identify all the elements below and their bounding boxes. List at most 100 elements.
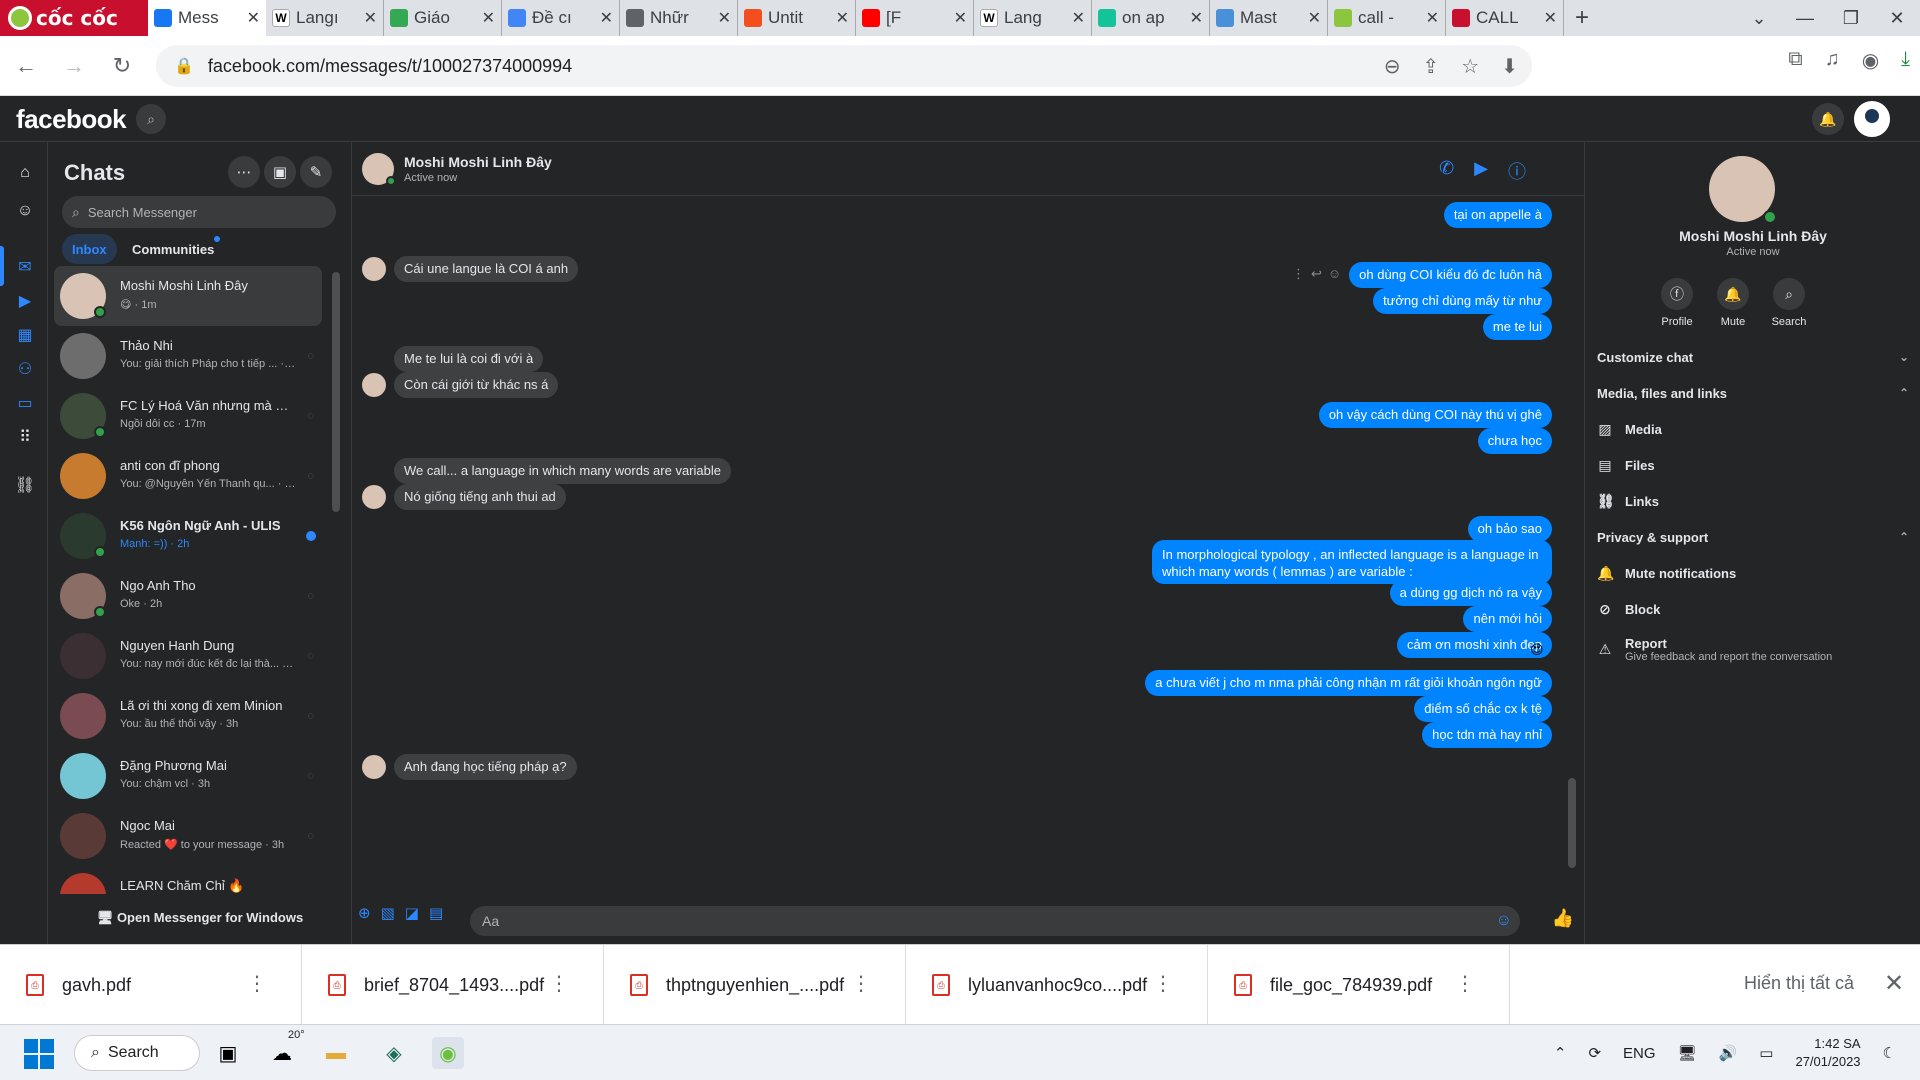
links-row[interactable]: ⛓ Links bbox=[1597, 486, 1909, 516]
chat-list-scrollbar[interactable] bbox=[332, 272, 340, 512]
chat-list-item[interactable]: anti con đĩ phong You: @Nguyễn Yến Thanh … bbox=[54, 446, 322, 506]
close-window-button[interactable]: ✕ bbox=[1874, 0, 1920, 36]
sent-message-bubble[interactable]: me te lui bbox=[1482, 314, 1552, 340]
browser-tab[interactable]: Mast ✕ bbox=[1210, 0, 1328, 36]
report-row[interactable]: ⚠ Report Give feedback and report the conv… bbox=[1597, 630, 1909, 668]
tab-close-icon[interactable]: ✕ bbox=[954, 8, 967, 28]
chat-list-item[interactable]: K56 Ngôn Ngữ Anh - ULIS Mạnh: =)) · 2h bbox=[54, 506, 322, 566]
sent-message-bubble[interactable]: cảm ơn moshi xinh đẹp bbox=[1397, 632, 1552, 658]
browser-tab[interactable]: Mess ✕ bbox=[148, 0, 266, 36]
download-menu-icon[interactable]: ⋮ bbox=[851, 971, 871, 996]
home-icon[interactable]: ⌂ bbox=[12, 160, 38, 186]
tab-close-icon[interactable]: ✕ bbox=[1072, 8, 1085, 28]
mute-notifications-row[interactable]: 🔔 Mute notifications bbox=[1597, 558, 1909, 588]
minimize-button[interactable]: — bbox=[1782, 0, 1828, 36]
extensions-icon[interactable]: ⧉ bbox=[1788, 48, 1802, 73]
network-icon[interactable]: 🖥 bbox=[1678, 1044, 1697, 1062]
link-icon[interactable]: ⛓ bbox=[12, 472, 38, 498]
tab-close-icon[interactable]: ✕ bbox=[1190, 8, 1203, 28]
browser-tab[interactable]: Đề cı ✕ bbox=[502, 0, 620, 36]
open-messenger-windows-link[interactable]: 🖥 Open Messenger for Windows bbox=[48, 910, 352, 926]
lock-icon[interactable]: 🔒 bbox=[174, 56, 194, 76]
gaming-icon[interactable]: ▭ bbox=[12, 390, 38, 416]
chat-list-item[interactable]: Ngoc Mai Reacted ❤️ to your message · 3h ◌ bbox=[54, 806, 322, 866]
volume-icon[interactable]: 🔊 bbox=[1719, 1044, 1738, 1062]
search-action[interactable]: ⌕ Search bbox=[1759, 278, 1819, 328]
browser-tab[interactable]: Giáo ✕ bbox=[384, 0, 502, 36]
forward-button[interactable]: → bbox=[52, 44, 96, 88]
groups-icon[interactable]: ⚇ bbox=[12, 356, 38, 382]
profile-icon[interactable]: ◉ bbox=[1862, 48, 1879, 73]
download-item[interactable]: ⎙ brief_8704_1493....pdf ⋮ bbox=[302, 945, 604, 1025]
close-downloads-icon[interactable]: ✕ bbox=[1884, 969, 1904, 998]
back-button[interactable]: ← bbox=[4, 44, 48, 88]
share-icon[interactable]: ⇪ bbox=[1423, 54, 1440, 79]
download-item[interactable]: ⎙ thptnguyenhien_....pdf ⋮ bbox=[604, 945, 906, 1025]
browser-tab[interactable]: Nhữr ✕ bbox=[620, 0, 738, 36]
sent-message-bubble[interactable]: chưa học bbox=[1477, 428, 1552, 454]
received-message-bubble[interactable]: Nó giống tiếng anh thui ad bbox=[394, 484, 566, 510]
tab-close-icon[interactable]: ✕ bbox=[247, 8, 260, 28]
tab-communities[interactable]: Communities bbox=[122, 234, 224, 264]
download-item[interactable]: ⎙ lyluanvanhoc9co....pdf ⋮ bbox=[906, 945, 1208, 1025]
sent-message-bubble[interactable]: điểm số chắc cx k tệ bbox=[1414, 696, 1552, 722]
conversation-info-icon[interactable]: ⓘ bbox=[1508, 158, 1526, 184]
account-avatar[interactable] bbox=[1854, 101, 1890, 137]
language-indicator[interactable]: ENG bbox=[1623, 1045, 1656, 1062]
new-video-room-icon[interactable]: ▣ bbox=[264, 156, 296, 188]
message-actions-icon[interactable]: ⋮↩☺ bbox=[1292, 266, 1347, 282]
customize-chat-section[interactable]: Customize chat ⌄ bbox=[1597, 342, 1909, 372]
video-call-icon[interactable]: ▶ bbox=[1474, 158, 1488, 184]
tab-close-icon[interactable]: ✕ bbox=[1426, 8, 1439, 28]
watch-icon[interactable]: ▶ bbox=[12, 288, 38, 314]
marketplace-icon[interactable]: ▦ bbox=[12, 322, 38, 348]
chat-list-item[interactable]: Nguyen Hanh Dung You: nay mới đúc kết đc … bbox=[54, 626, 322, 686]
received-message-bubble[interactable]: Me te lui là coi đi với à bbox=[394, 346, 544, 372]
sent-message-bubble[interactable]: nên mới hỏi bbox=[1463, 606, 1552, 632]
chat-list-item[interactable]: Thảo Nhi You: giải thích Pháp cho t tiếp … bbox=[54, 326, 322, 386]
tab-search-icon[interactable]: ⌄ bbox=[1736, 0, 1782, 36]
received-message-bubble[interactable]: Cái une langue là COI á anh bbox=[394, 256, 579, 282]
coccoc-taskbar-icon[interactable]: ◉ bbox=[432, 1037, 464, 1069]
mute-action[interactable]: 🔔 Mute bbox=[1703, 278, 1763, 328]
message-input-box[interactable]: ☺ bbox=[470, 906, 1520, 936]
windows-start-icon[interactable] bbox=[24, 1039, 54, 1069]
app-icon[interactable]: ◈ bbox=[378, 1037, 410, 1069]
sent-message-bubble[interactable]: oh bảo sao bbox=[1467, 516, 1552, 542]
tab-close-icon[interactable]: ✕ bbox=[836, 8, 849, 28]
downloads-icon[interactable]: ⤓ bbox=[1901, 48, 1910, 73]
sticker-icon[interactable]: ◪ bbox=[405, 904, 419, 922]
tab-close-icon[interactable]: ✕ bbox=[482, 8, 495, 28]
task-view-icon[interactable]: ▣ bbox=[212, 1037, 244, 1069]
download-menu-icon[interactable]: ⋮ bbox=[549, 971, 569, 996]
chat-list-item[interactable]: LEARN Chăm Chỉ 🔥 bbox=[54, 866, 322, 894]
privacy-support-section[interactable]: Privacy & support ⌃ bbox=[1597, 522, 1909, 552]
chat-list-item[interactable]: Lã ơi thi xong đi xem Minion You: ầu thế … bbox=[54, 686, 322, 746]
received-message-bubble[interactable]: We call... a language in which many word… bbox=[394, 458, 731, 484]
emoji-picker-icon[interactable]: ☺ bbox=[1496, 912, 1512, 930]
media-row[interactable]: ▨ Media bbox=[1597, 414, 1909, 444]
sent-message-bubble[interactable]: học tdn mà hay nhỉ bbox=[1422, 722, 1552, 748]
profile-action[interactable]: ⓕ Profile bbox=[1647, 278, 1707, 328]
chat-list-item[interactable]: Đặng Phương Mai You: chậm vcl · 3h ◌ bbox=[54, 746, 322, 806]
download-menu-icon[interactable]: ⋮ bbox=[1455, 971, 1475, 996]
tab-close-icon[interactable]: ✕ bbox=[1544, 8, 1557, 28]
sent-message-bubble[interactable]: tại on appelle à bbox=[1443, 202, 1552, 228]
block-row[interactable]: ⊘ Block bbox=[1597, 594, 1909, 624]
download-menu-icon[interactable]: ⋮ bbox=[247, 971, 267, 996]
tab-close-icon[interactable]: ✕ bbox=[1308, 8, 1321, 28]
chevron-up-icon[interactable]: ⌃ bbox=[1554, 1044, 1567, 1062]
sent-message-bubble[interactable]: tưởng chỉ dùng mấy từ như bbox=[1373, 288, 1552, 314]
browser-tab[interactable]: CALL ✕ bbox=[1446, 0, 1564, 36]
download-page-icon[interactable]: ⬇ bbox=[1501, 54, 1518, 79]
facebook-logo[interactable]: facebook bbox=[16, 104, 127, 135]
show-all-downloads-link[interactable]: Hiển thị tất cả bbox=[1744, 973, 1854, 994]
notification-center-icon[interactable]: ☾ bbox=[1883, 1044, 1896, 1062]
messenger-search[interactable]: ⌕ bbox=[62, 196, 336, 228]
system-clock[interactable]: 1:42 SA 27/01/2023 bbox=[1795, 1035, 1860, 1071]
facebook-search-icon[interactable]: ⌕ bbox=[136, 104, 166, 134]
browser-tab[interactable]: W Lang ✕ bbox=[974, 0, 1092, 36]
taskbar-search[interactable]: ⌕ Search bbox=[74, 1035, 200, 1071]
reload-button[interactable]: ↻ bbox=[100, 44, 144, 88]
tab-close-icon[interactable]: ✕ bbox=[718, 8, 731, 28]
